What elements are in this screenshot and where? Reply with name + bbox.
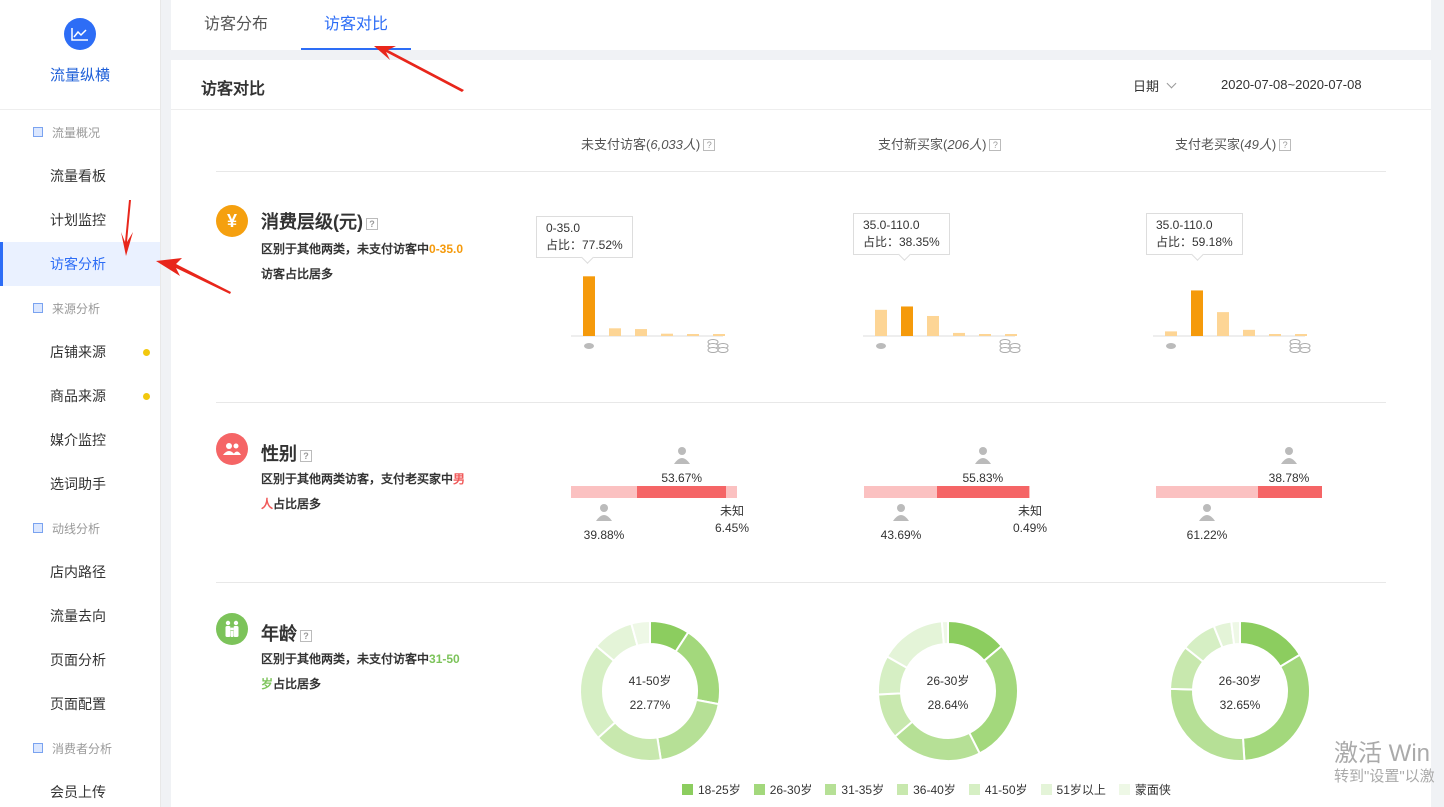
arrow-shape: [156, 258, 231, 294]
annotation-arrows: [121, 46, 464, 294]
app-root: 流量纵横 流量概况 流量看板 计划监控 访客分析 来源分析 店铺来源 商品来源 媒介监控 选词助…: [0, 0, 1444, 807]
arrow-shape: [121, 200, 133, 256]
arrow-shape: [374, 46, 464, 92]
